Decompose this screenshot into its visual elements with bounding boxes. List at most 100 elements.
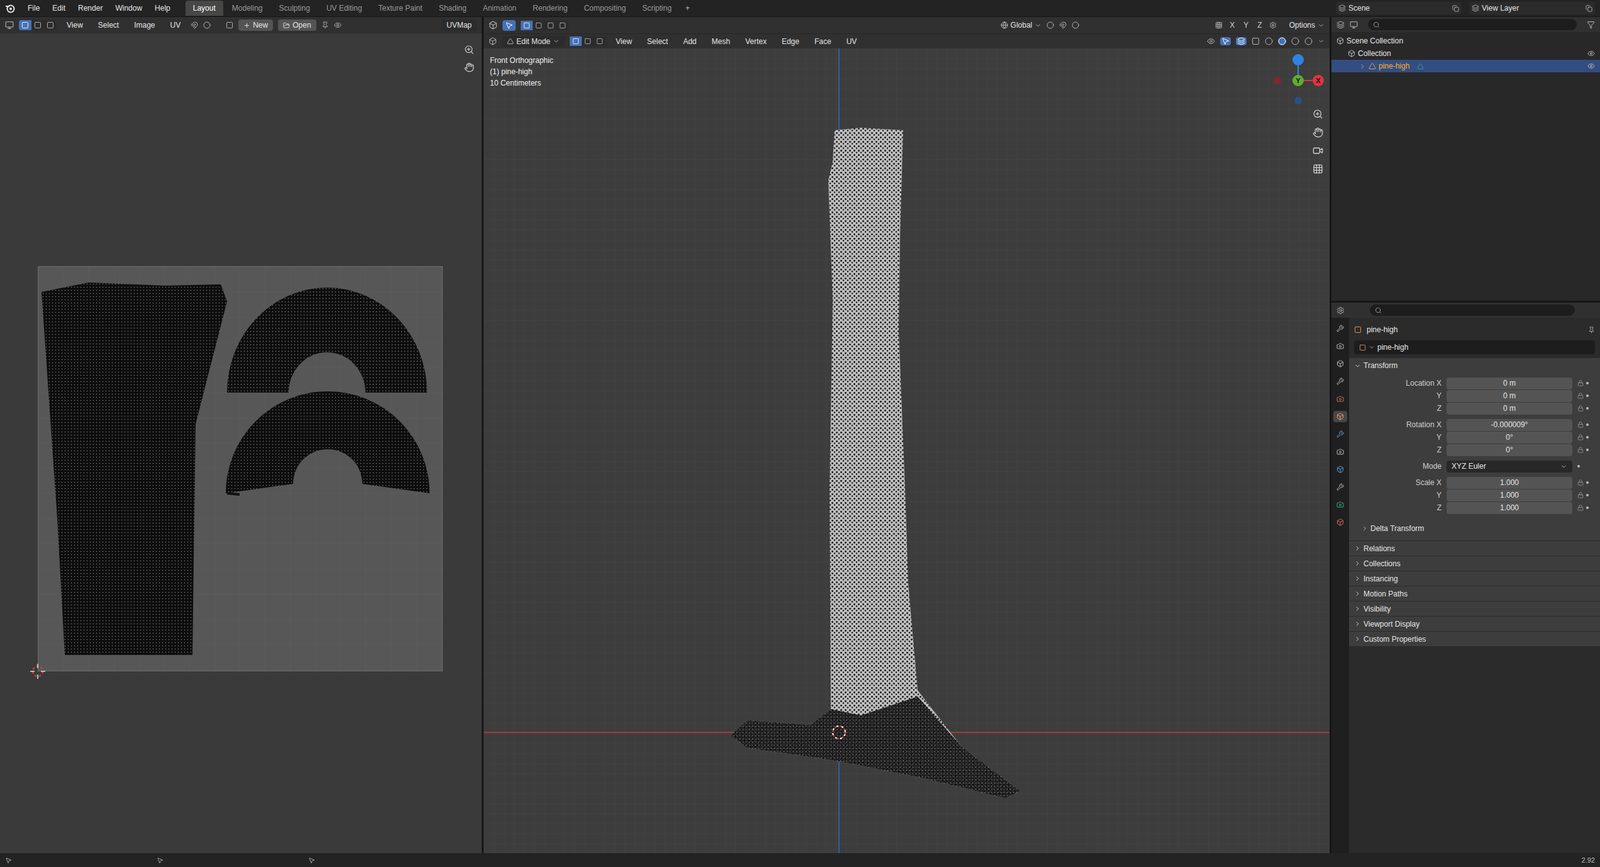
properties-tab-icon[interactable] bbox=[1333, 375, 1348, 387]
pivot-icon[interactable] bbox=[1046, 21, 1055, 29]
mouse-left-icon[interactable] bbox=[5, 856, 12, 864]
viewport-menu-item[interactable]: UV bbox=[841, 35, 863, 48]
section-header[interactable]: Collections bbox=[1349, 555, 1600, 571]
workspace-tab[interactable]: Sculpting bbox=[271, 0, 318, 16]
outliner-row[interactable]: pine-high bbox=[1331, 59, 1600, 73]
object-icon[interactable] bbox=[1359, 344, 1367, 351]
viewport-menu-item[interactable]: View bbox=[610, 35, 638, 48]
properties-tab-icon[interactable] bbox=[1333, 410, 1348, 423]
view-layer-selector[interactable]: View Layer bbox=[1469, 1, 1595, 15]
mode-dropdown[interactable]: Edit Mode bbox=[501, 35, 565, 48]
property-field[interactable]: -0.000009° bbox=[1446, 418, 1573, 431]
section-header[interactable]: Motion Paths bbox=[1349, 586, 1600, 601]
section-header[interactable]: Relations bbox=[1349, 540, 1600, 556]
scene-selector[interactable]: Scene bbox=[1335, 1, 1462, 15]
property-field[interactable]: 0 m bbox=[1446, 389, 1573, 402]
uv-menu-item[interactable]: View bbox=[61, 19, 89, 31]
viewport-menu-item[interactable]: Edge bbox=[776, 35, 805, 48]
section-header[interactable]: Visibility bbox=[1349, 601, 1600, 616]
vertex-select-icon[interactable] bbox=[18, 20, 32, 31]
workspace-tab[interactable]: Texture Paint bbox=[371, 0, 431, 16]
wireframe-shading-icon[interactable] bbox=[1264, 37, 1273, 46]
property-field[interactable]: 0 m bbox=[1446, 377, 1573, 390]
properties-tab-icon[interactable] bbox=[1333, 463, 1348, 475]
pin-icon[interactable] bbox=[1588, 326, 1595, 334]
uv-menu-item[interactable]: UV bbox=[165, 19, 187, 31]
view-layer-icon[interactable] bbox=[1471, 4, 1480, 12]
camera-view-icon[interactable] bbox=[1312, 145, 1324, 156]
pan-hand-icon[interactable] bbox=[1312, 127, 1324, 138]
image-icon[interactable] bbox=[225, 21, 234, 29]
datablock-field[interactable]: pine-high bbox=[1354, 340, 1595, 355]
properties-tab-icon[interactable] bbox=[1333, 445, 1348, 458]
properties-tab-icon[interactable] bbox=[1333, 498, 1348, 511]
expand-icon[interactable] bbox=[1359, 62, 1367, 70]
properties-tab-icon[interactable] bbox=[1333, 428, 1348, 440]
edge-select-icon[interactable] bbox=[31, 20, 45, 31]
pin-icon[interactable] bbox=[321, 21, 329, 29]
orientation-dropdown[interactable]: Global bbox=[1000, 19, 1043, 31]
select-invert-icon[interactable] bbox=[556, 20, 569, 31]
viewport-menu-item[interactable]: Select bbox=[642, 35, 673, 48]
menu-item[interactable]: Help bbox=[149, 2, 176, 14]
collection-icon[interactable] bbox=[1347, 49, 1356, 58]
workspace-tab[interactable]: Modeling bbox=[224, 0, 271, 16]
snap-icon[interactable] bbox=[1059, 21, 1067, 29]
2d-cursor-icon[interactable] bbox=[30, 663, 46, 679]
proportional-icon[interactable] bbox=[203, 21, 211, 29]
workspace-tab[interactable]: Compositing bbox=[576, 0, 634, 16]
workspace-tab[interactable]: Shading bbox=[431, 0, 475, 16]
open-image-button[interactable]: Open bbox=[277, 19, 316, 31]
editor-type-icon[interactable] bbox=[488, 37, 497, 46]
properties-tab-icon[interactable] bbox=[1333, 481, 1348, 493]
render-shading-icon[interactable] bbox=[1304, 37, 1313, 46]
properties-tab-icon[interactable] bbox=[1333, 322, 1348, 334]
visibility-icon[interactable] bbox=[1206, 37, 1216, 46]
outliner-row[interactable]: Scene Collection bbox=[1331, 34, 1600, 48]
property-field[interactable]: 1.000 bbox=[1446, 489, 1573, 502]
filter-icon[interactable] bbox=[1586, 20, 1595, 29]
outliner-row[interactable]: Collection bbox=[1331, 47, 1600, 60]
edge-mode-icon[interactable] bbox=[581, 36, 594, 46]
mirror-axis-toggle[interactable]: Y bbox=[1241, 19, 1251, 31]
mirror-icon[interactable] bbox=[1215, 21, 1223, 29]
auto-merge-icon[interactable] bbox=[1269, 21, 1277, 29]
pan-hand-icon[interactable] bbox=[464, 62, 475, 73]
workspace-tab[interactable]: Animation bbox=[475, 0, 524, 16]
xray-icon[interactable] bbox=[1251, 37, 1260, 46]
uv-map-selector[interactable]: UVMap bbox=[441, 19, 477, 31]
menu-item[interactable]: Window bbox=[110, 2, 148, 14]
properties-tab-icon[interactable] bbox=[1333, 516, 1348, 528]
face-select-icon[interactable] bbox=[44, 20, 57, 31]
property-field[interactable]: 1.000 bbox=[1446, 501, 1573, 514]
property-field[interactable]: 0° bbox=[1446, 431, 1573, 444]
uv-menu-item[interactable]: Image bbox=[128, 19, 160, 31]
uv-menu-item[interactable]: Select bbox=[93, 19, 124, 31]
select-subtract-icon[interactable] bbox=[544, 20, 557, 31]
transform-panel-header[interactable]: Transform bbox=[1349, 357, 1600, 373]
display-mode-icon[interactable] bbox=[1349, 20, 1358, 29]
select-new-icon[interactable] bbox=[520, 20, 533, 31]
overlay-icon[interactable] bbox=[333, 21, 342, 29]
properties-tab-icon[interactable] bbox=[1333, 340, 1348, 352]
viewport-menu-item[interactable]: Mesh bbox=[706, 35, 736, 48]
mesh-object-icon[interactable] bbox=[1368, 62, 1377, 70]
collection-icon[interactable] bbox=[1336, 37, 1345, 45]
editor-type-icon[interactable] bbox=[5, 20, 14, 30]
menu-item[interactable]: Edit bbox=[47, 2, 71, 14]
zoom-icon[interactable] bbox=[464, 44, 475, 55]
visibility-icon[interactable] bbox=[1587, 49, 1595, 58]
properties-tab-icon[interactable] bbox=[1333, 393, 1348, 405]
editor-type-icon[interactable] bbox=[1336, 306, 1345, 315]
add-workspace-button[interactable]: + bbox=[680, 2, 695, 14]
mirror-axis-toggle[interactable]: Z bbox=[1255, 19, 1264, 31]
editor-type-icon[interactable] bbox=[1336, 20, 1345, 29]
properties-tab-icon[interactable] bbox=[1333, 357, 1348, 370]
properties-search[interactable] bbox=[1369, 304, 1575, 316]
workspace-tab[interactable]: Scripting bbox=[634, 0, 680, 16]
vertex-mode-icon[interactable] bbox=[569, 36, 582, 46]
section-header[interactable]: Instancing bbox=[1349, 571, 1600, 586]
subsection-header[interactable]: Delta Transform bbox=[1349, 521, 1600, 536]
ortho-toggle-icon[interactable] bbox=[1312, 163, 1324, 175]
workspace-tab[interactable]: UV Editing bbox=[318, 0, 370, 16]
